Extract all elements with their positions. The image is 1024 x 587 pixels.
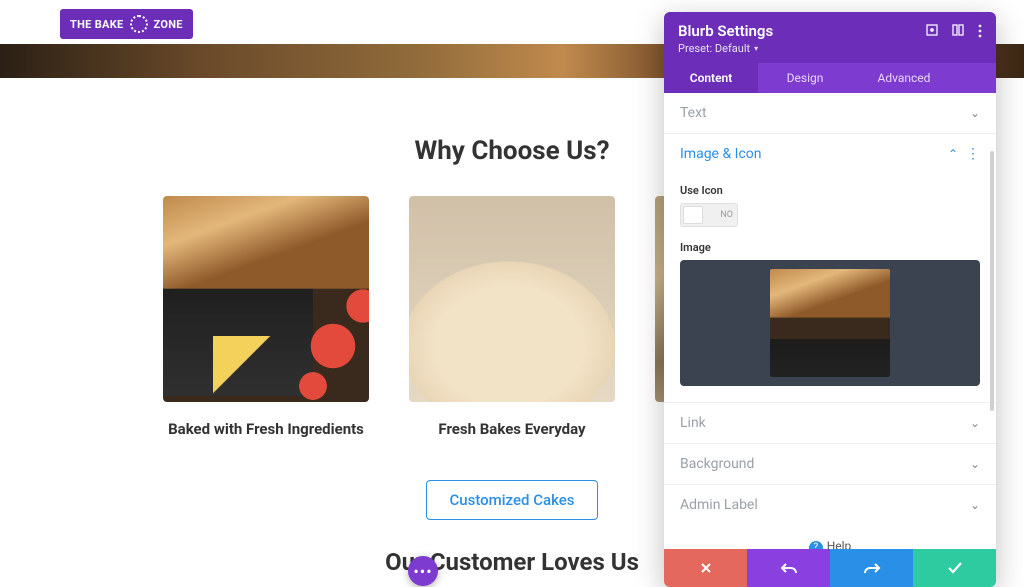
blurb-settings-panel: Blurb Settings Preset: Default ▾ Content… <box>664 12 996 587</box>
section-background: Background ⌄ <box>664 444 996 485</box>
section-options-icon[interactable]: ⋮ <box>966 146 980 162</box>
section-link-toggle[interactable]: Link ⌄ <box>664 403 996 443</box>
panel-body[interactable]: Text ⌄ Image & Icon ⌃ ⋮ Use Icon NO Imag… <box>664 93 996 549</box>
panel-preset[interactable]: Preset: Default ▾ <box>678 42 982 55</box>
undo-icon <box>780 561 798 575</box>
chevron-down-icon: ⌄ <box>970 457 980 471</box>
site-logo[interactable]: THE BAKE ZONE <box>60 9 193 39</box>
feature-card: Fresh Bakes Everyday <box>409 196 615 438</box>
panel-tabs: Content Design Advanced <box>664 63 996 93</box>
image-upload-field[interactable] <box>680 260 980 386</box>
chevron-down-icon: ⌄ <box>970 498 980 512</box>
scrollbar[interactable] <box>990 151 994 411</box>
feature-title: Baked with Fresh Ingredients <box>163 420 369 438</box>
tab-content[interactable]: Content <box>664 63 758 93</box>
undo-button[interactable] <box>747 549 830 587</box>
image-label: Image <box>680 241 980 254</box>
save-button[interactable] <box>913 549 996 587</box>
kebab-icon[interactable] <box>978 24 982 38</box>
section-background-toggle[interactable]: Background ⌄ <box>664 444 996 484</box>
chevron-down-icon: ⌄ <box>970 416 980 430</box>
builder-fab-button[interactable]: ••• <box>408 556 438 586</box>
use-icon-label: Use Icon <box>680 184 980 197</box>
image-thumbnail <box>770 269 890 377</box>
chevron-down-icon: ⌄ <box>970 106 980 120</box>
panel-footer <box>664 549 996 587</box>
section-image-icon: Image & Icon ⌃ ⋮ Use Icon NO Image <box>664 134 996 403</box>
section-admin-label: Admin Label ⌄ <box>664 485 996 525</box>
use-icon-toggle[interactable]: NO <box>680 203 738 227</box>
chevron-up-icon: ⌃ <box>948 147 958 161</box>
customized-cakes-button[interactable]: Customized Cakes <box>426 480 597 520</box>
expand-icon[interactable] <box>926 24 938 38</box>
section-image-icon-toggle[interactable]: Image & Icon ⌃ ⋮ <box>664 134 996 174</box>
feature-card: Baked with Fresh Ingredients <box>163 196 369 438</box>
logo-text-right: ZONE <box>154 18 183 31</box>
close-icon <box>699 561 713 575</box>
close-button[interactable] <box>664 549 747 587</box>
feature-image <box>163 196 369 402</box>
section-link: Link ⌄ <box>664 403 996 444</box>
feature-title: Fresh Bakes Everyday <box>409 420 615 438</box>
tab-design[interactable]: Design <box>758 63 852 93</box>
redo-button[interactable] <box>830 549 913 587</box>
section-text-toggle[interactable]: Text ⌄ <box>664 93 996 133</box>
panel-title: Blurb Settings <box>678 22 773 40</box>
help-icon: ? <box>809 541 823 550</box>
tab-advanced[interactable]: Advanced <box>852 63 956 93</box>
section-admin-label-toggle[interactable]: Admin Label ⌄ <box>664 485 996 525</box>
feature-image <box>409 196 615 402</box>
snap-icon[interactable] <box>952 24 964 38</box>
logo-text-left: THE BAKE <box>70 18 124 31</box>
logo-icon <box>130 15 148 33</box>
redo-icon <box>863 561 881 575</box>
panel-header[interactable]: Blurb Settings Preset: Default ▾ <box>664 12 996 63</box>
chevron-down-icon: ▾ <box>754 44 758 53</box>
check-icon <box>947 561 963 575</box>
section-text: Text ⌄ <box>664 93 996 134</box>
help-link[interactable]: ?Help <box>664 525 996 549</box>
